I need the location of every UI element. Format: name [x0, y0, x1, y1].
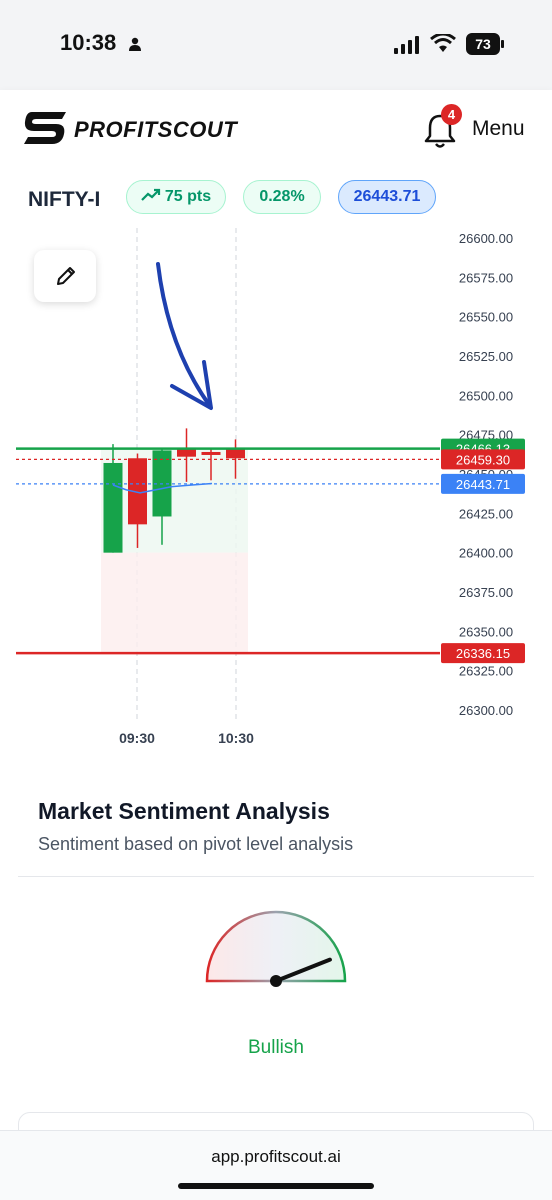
trending-up-icon: [141, 188, 160, 201]
y-tick-label: 26550.00: [459, 310, 513, 325]
app-header: PROFITSCOUT: [0, 90, 552, 172]
level-label: 26443.71: [456, 477, 510, 492]
x-tick-label: 10:30: [218, 730, 254, 746]
battery-icon: 73: [466, 33, 500, 55]
logo-text[interactable]: PROFITSCOUT: [74, 117, 237, 143]
sentiment-subtitle: Sentiment based on pivot level analysis: [38, 834, 354, 854]
level-label: 26336.15: [456, 646, 510, 661]
sentiment-gauge: [205, 910, 347, 987]
divider: [18, 876, 534, 877]
home-indicator: [178, 1183, 374, 1189]
y-tick-label: 26325.00: [459, 664, 513, 679]
bullish-zone: [101, 448, 248, 553]
signal-icon: [394, 36, 419, 54]
y-tick-label: 26575.00: [459, 270, 513, 285]
y-tick-label: 26375.00: [459, 585, 513, 600]
y-tick-label: 26600.00: [459, 231, 513, 246]
y-tick-label: 26300.00: [459, 703, 513, 718]
y-tick-label: 26400.00: [459, 546, 513, 561]
battery-tip: [501, 40, 504, 48]
bearish-zone: [101, 552, 248, 654]
x-tick-label: 09:30: [119, 730, 155, 746]
ticker-row: NIFTY-I 75 pts 0.28% 26443.71: [0, 172, 552, 228]
status-time: 10:38: [60, 30, 117, 55]
y-tick-label: 26525.00: [459, 349, 513, 364]
browser-url-bar[interactable]: app.profitscout.ai: [0, 1130, 552, 1200]
battery-level: 73: [475, 36, 491, 52]
change-points-badge: 75 pts: [126, 180, 226, 214]
pencil-icon: [57, 267, 75, 285]
level-label: 26459.30: [456, 452, 510, 467]
change-percent: 0.28%: [259, 188, 305, 205]
menu-button[interactable]: Menu: [472, 117, 525, 141]
y-tick-label: 26350.00: [459, 624, 513, 639]
candle-body: [103, 462, 123, 553]
notification-badge[interactable]: 4: [441, 104, 462, 125]
profitscout-logo-icon[interactable]: [22, 110, 70, 146]
change-percent-badge: 0.28%: [243, 180, 321, 214]
person-icon: [129, 37, 141, 51]
candlestick-chart[interactable]: 09:30 10:30 26600.00 26575.00 26550.00 26525.…: [0, 228, 552, 748]
sentiment-title: Market Sentiment Analysis: [38, 798, 330, 824]
url-text[interactable]: app.profitscout.ai: [0, 1147, 552, 1167]
annotation-arrow: [156, 262, 212, 408]
status-bar: 10:38 73: [0, 0, 552, 90]
change-points: 75 pts: [164, 188, 212, 205]
y-tick-label: 26500.00: [459, 388, 513, 403]
wifi-icon: [430, 34, 456, 52]
candle-body: [226, 448, 245, 459]
gauge-arc: [205, 910, 347, 983]
sentiment-label: Bullish: [248, 1037, 304, 1058]
price-badge: 26443.71: [338, 180, 436, 214]
candle-body: [177, 448, 196, 457]
gauge-pivot: [270, 975, 282, 987]
ticker-symbol[interactable]: NIFTY-I: [28, 188, 100, 212]
y-tick-label: 26425.00: [459, 506, 513, 521]
candle-body: [201, 451, 221, 455]
edit-button[interactable]: [34, 250, 96, 302]
current-price: 26443.71: [353, 188, 421, 205]
